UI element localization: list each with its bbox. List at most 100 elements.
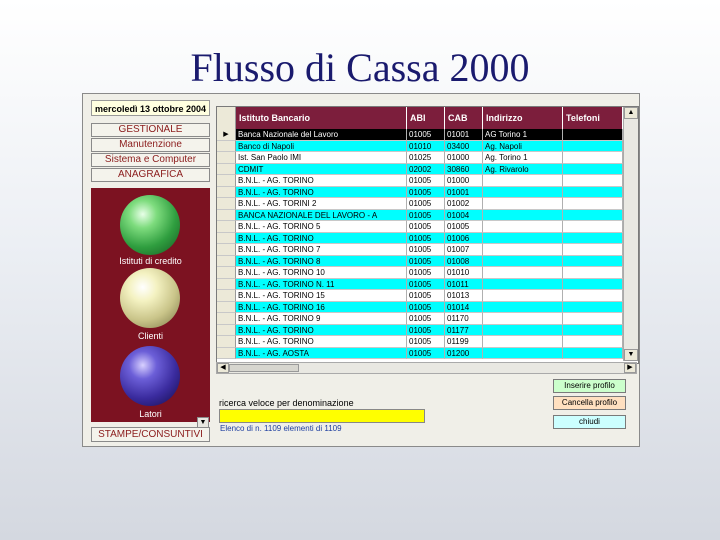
table-cell[interactable]: 01199 [445,336,483,348]
table-cell[interactable]: 01001 [445,186,483,198]
table-cell[interactable] [563,244,623,256]
row-selector[interactable] [217,290,236,302]
table-row[interactable]: B.N.L. - AG. TORINO 5 01005 01005 [217,221,623,233]
table-cell[interactable] [483,255,563,267]
table-row[interactable]: B.N.L. - AG. AOSTA 01005 01200 [217,347,623,359]
row-selector[interactable] [217,140,236,152]
table-cell[interactable] [483,232,563,244]
table-cell[interactable]: BANCA NAZIONALE DEL LAVORO - A [236,209,407,221]
table-cell[interactable]: B.N.L. - AG. TORINO [236,186,407,198]
table-cell[interactable] [483,336,563,348]
row-selector[interactable] [217,175,236,187]
row-selector[interactable] [217,163,236,175]
table-row[interactable]: B.N.L. - AG. TORINO N. 11 01005 01011 [217,278,623,290]
table-cell[interactable] [563,186,623,198]
table-cell[interactable]: 03400 [445,140,483,152]
table-cell[interactable] [563,140,623,152]
table-cell[interactable]: B.N.L. - AG. TORINO [236,232,407,244]
table-row[interactable]: B.N.L. - AG. TORINO 9 01005 01170 [217,313,623,325]
table-row[interactable]: B.N.L. - AG. TORINO 01005 01199 [217,336,623,348]
table-cell[interactable]: 01004 [445,209,483,221]
table-cell[interactable]: B.N.L. - AG. TORINO 9 [236,313,407,325]
table-cell[interactable]: Ag. Torino 1 [483,152,563,164]
scroll-down-icon[interactable]: ▼ [624,349,638,361]
table-row[interactable]: BANCA NAZIONALE DEL LAVORO - A 01005 01004 [217,209,623,221]
table-cell[interactable] [563,313,623,325]
table-row[interactable]: B.N.L. - AG. TORINO 01005 01177 [217,324,623,336]
table-row[interactable]: Banco di Napoli 01010 03400 Ag. Napoli [217,140,623,152]
table-cell[interactable] [563,278,623,290]
table-cell[interactable] [563,209,623,221]
table-cell[interactable]: 01014 [445,301,483,313]
row-selector[interactable] [217,186,236,198]
table-cell[interactable]: B.N.L. - AG. AOSTA [236,347,407,359]
table-cell[interactable] [563,267,623,279]
horizontal-scrollbar[interactable]: ◀ ▶ [216,362,637,374]
table-cell[interactable]: 01005 [407,209,445,221]
table-cell[interactable]: B.N.L. - AG. TORINI 2 [236,198,407,210]
table-row[interactable]: B.N.L. - AG. TORINO 15 01005 01013 [217,290,623,302]
table-cell[interactable]: 01005 [407,278,445,290]
table-cell[interactable]: 01170 [445,313,483,325]
table-cell[interactable] [483,267,563,279]
table-cell[interactable] [483,313,563,325]
table-cell[interactable]: Ist. San Paolo IMI [236,152,407,164]
table-cell[interactable] [483,290,563,302]
table-cell[interactable]: 01005 [407,129,445,141]
table-cell[interactable] [483,175,563,187]
table-cell[interactable]: Ag. Rivarolo [483,163,563,175]
table-cell[interactable] [563,232,623,244]
table-cell[interactable] [483,186,563,198]
table-cell[interactable]: 02002 [407,163,445,175]
row-selector[interactable] [217,232,236,244]
row-selector[interactable] [217,301,236,313]
close-button[interactable]: chiudi [553,415,626,429]
table-cell[interactable]: 01005 [407,336,445,348]
table-cell[interactable]: 01005 [407,347,445,359]
table-cell[interactable]: 01005 [407,175,445,187]
table-cell[interactable]: 01010 [445,267,483,279]
table-cell[interactable]: 01010 [407,140,445,152]
stampe-consuntivi-button[interactable]: STAMPE/CONSUNTIVI [91,427,210,442]
table-cell[interactable]: 01200 [445,347,483,359]
table-cell[interactable]: AG Torino 1 [483,129,563,141]
table-cell[interactable]: 01005 [407,301,445,313]
table-cell[interactable] [563,129,623,141]
purple-orb-icon[interactable] [120,346,180,406]
table-cell[interactable]: 01006 [445,232,483,244]
table-cell[interactable]: 01005 [407,324,445,336]
table-cell[interactable] [563,221,623,233]
insert-profile-button[interactable]: Inserire profilo [553,379,626,393]
table-cell[interactable]: B.N.L. - AG. TORINO 7 [236,244,407,256]
row-selector[interactable] [217,152,236,164]
table-cell[interactable]: B.N.L. - AG. TORINO 15 [236,290,407,302]
table-cell[interactable]: B.N.L. - AG. TORINO 8 [236,255,407,267]
table-row[interactable]: CDMIT 02002 30860 Ag. Rivarolo [217,163,623,175]
search-input[interactable] [219,409,425,423]
table-cell[interactable]: 01000 [445,152,483,164]
table-cell[interactable] [483,278,563,290]
row-selector[interactable] [217,209,236,221]
table-cell[interactable]: 01005 [407,232,445,244]
table-cell[interactable] [563,255,623,267]
table-cell[interactable]: 01005 [407,290,445,302]
table-cell[interactable] [563,152,623,164]
table-row[interactable]: ▶ Banca Nazionale del Lavoro 01005 01001 AG … [217,129,623,141]
table-cell[interactable]: B.N.L. - AG. TORINO [236,336,407,348]
green-orb-icon[interactable] [120,195,180,255]
table-cell[interactable] [483,324,563,336]
table-cell[interactable]: 01005 [445,221,483,233]
table-cell[interactable] [563,198,623,210]
table-cell[interactable] [483,209,563,221]
table-cell[interactable] [563,347,623,359]
table-cell[interactable]: 01007 [445,244,483,256]
table-cell[interactable]: Banca Nazionale del Lavoro [236,129,407,141]
table-cell[interactable] [483,244,563,256]
table-cell[interactable] [563,324,623,336]
table-cell[interactable]: 01005 [407,267,445,279]
table-cell[interactable]: 01001 [445,129,483,141]
col-header-telefoni[interactable]: Telefoni [563,107,623,129]
nav-manutenzione-button[interactable]: Manutenzione [91,138,210,152]
table-cell[interactable]: 01008 [445,255,483,267]
table-cell[interactable]: 01025 [407,152,445,164]
